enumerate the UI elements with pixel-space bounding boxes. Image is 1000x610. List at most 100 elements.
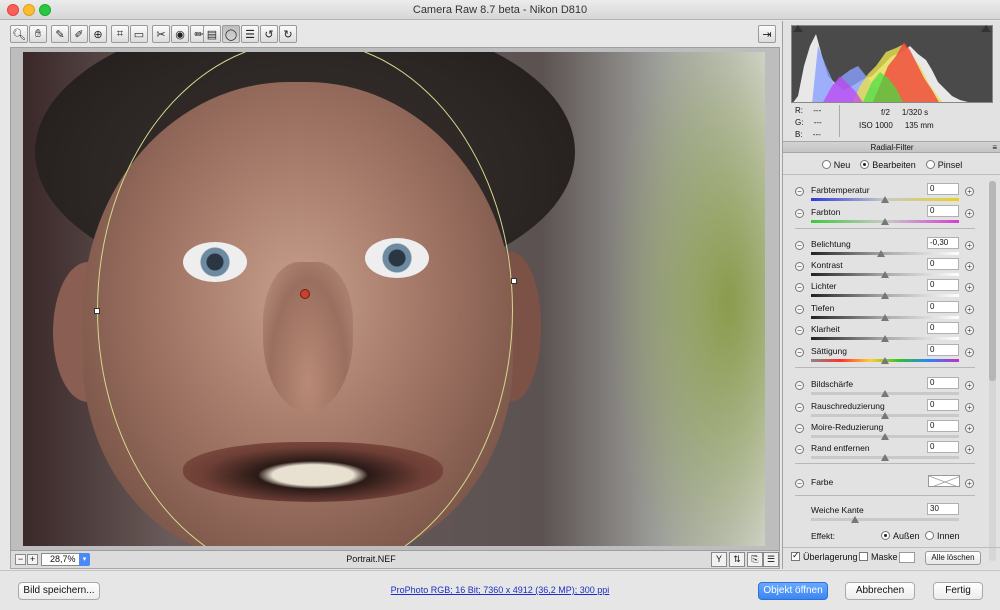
slider-value-input[interactable]: 0 <box>927 183 959 195</box>
mode-new-option[interactable]: Neu <box>821 159 850 170</box>
minus-icon[interactable]: − <box>795 479 804 488</box>
minus-icon[interactable]: − <box>795 241 804 250</box>
color-picker-swatch[interactable] <box>928 475 960 487</box>
spot-removal-icon[interactable]: ✂ <box>152 25 170 43</box>
radio-new[interactable] <box>821 159 831 169</box>
slider-value-input[interactable]: 0 <box>927 344 959 356</box>
radial-filter-pin[interactable] <box>300 289 310 299</box>
effect-inside-option[interactable]: Innen <box>925 531 960 541</box>
plus-icon[interactable]: + <box>965 305 974 314</box>
panel-scrollbar-thumb[interactable] <box>989 181 996 381</box>
slider-value-input[interactable]: -0,30 <box>927 237 959 249</box>
swap-settings-icon[interactable]: ⇅ <box>729 552 745 567</box>
overlay-check[interactable] <box>791 550 800 561</box>
slider-value-input[interactable]: 0 <box>927 279 959 291</box>
slider-thumb[interactable] <box>881 390 889 397</box>
plus-icon[interactable]: + <box>965 209 974 218</box>
copy-settings-icon[interactable]: ⎘ <box>747 552 763 567</box>
plus-icon[interactable]: + <box>965 348 974 357</box>
minus-icon[interactable]: − <box>795 305 804 314</box>
slider-thumb[interactable] <box>881 314 889 321</box>
mask-color-swatch[interactable] <box>899 552 915 563</box>
minus-icon[interactable]: − <box>795 283 804 292</box>
plus-icon[interactable]: + <box>965 424 974 433</box>
minimize-window-button[interactable] <box>23 4 35 16</box>
feather-thumb[interactable] <box>851 516 860 523</box>
fullscreen-toggle-icon[interactable]: ⇥ <box>758 25 776 43</box>
white-balance-icon[interactable]: ✎ <box>51 25 69 43</box>
radial-handle-right[interactable] <box>511 278 517 284</box>
slider-value-input[interactable]: 0 <box>927 322 959 334</box>
clear-all-button[interactable]: Alle löschen <box>925 551 981 565</box>
radio-edit[interactable] <box>860 159 870 169</box>
minus-icon[interactable]: − <box>795 424 804 433</box>
plus-icon[interactable]: + <box>965 262 974 271</box>
plus-icon[interactable]: + <box>965 187 974 196</box>
close-window-button[interactable] <box>7 4 19 16</box>
workflow-options-link[interactable]: ProPhoto RGB; 16 Bit; 7360 x 4912 (36,2 … <box>300 585 700 595</box>
slider-thumb[interactable] <box>881 292 889 299</box>
slider-thumb[interactable] <box>881 218 889 225</box>
slider-thumb[interactable] <box>881 412 889 419</box>
plus-icon[interactable]: + <box>965 283 974 292</box>
plus-icon[interactable]: + <box>965 479 974 488</box>
shadow-clipping-icon[interactable] <box>793 25 803 32</box>
feather-value-input[interactable]: 30 <box>927 503 959 515</box>
plus-icon[interactable]: + <box>965 326 974 335</box>
radial-handle-left[interactable] <box>94 308 100 314</box>
plus-icon[interactable]: + <box>965 403 974 412</box>
overlay-checkbox[interactable]: Überlagerung <box>791 550 858 562</box>
radial-filter-ellipse[interactable] <box>97 52 513 546</box>
minus-icon[interactable]: − <box>795 209 804 218</box>
rotate-cw-icon[interactable]: ↻ <box>279 25 297 43</box>
before-after-toggle-icon[interactable]: Y <box>711 552 727 567</box>
radio-inside[interactable] <box>925 531 934 540</box>
radio-outside[interactable] <box>881 531 890 540</box>
slider-value-input[interactable]: 0 <box>927 301 959 313</box>
mask-check[interactable] <box>859 552 868 561</box>
minus-icon[interactable]: − <box>795 403 804 412</box>
slider-track[interactable] <box>811 252 959 255</box>
radio-brush[interactable] <box>925 159 935 169</box>
view-options-icon[interactable]: ☰ <box>763 552 779 567</box>
target-adjust-icon[interactable]: ⊕ <box>89 25 107 43</box>
color-sampler-icon[interactable]: ✐ <box>70 25 88 43</box>
slider-value-input[interactable]: 0 <box>927 420 959 432</box>
minus-icon[interactable]: − <box>795 381 804 390</box>
slider-value-input[interactable]: 0 <box>927 399 959 411</box>
slider-thumb[interactable] <box>881 433 889 440</box>
slider-value-input[interactable]: 0 <box>927 441 959 453</box>
slider-thumb[interactable] <box>881 357 889 364</box>
slider-value-input[interactable]: 0 <box>927 205 959 217</box>
minus-icon[interactable]: − <box>795 326 804 335</box>
slider-thumb[interactable] <box>876 250 885 257</box>
maximize-window-button[interactable] <box>39 4 51 16</box>
cancel-button[interactable]: Abbrechen <box>845 582 915 600</box>
plus-icon[interactable]: + <box>965 381 974 390</box>
slider-thumb[interactable] <box>881 196 889 203</box>
minus-icon[interactable]: − <box>795 348 804 357</box>
portrait-photo[interactable] <box>23 52 765 546</box>
done-button[interactable]: Fertig <box>933 582 983 600</box>
feather-track[interactable] <box>811 518 959 521</box>
image-canvas[interactable] <box>10 47 780 551</box>
crop-icon[interactable]: ⌗ <box>111 25 129 43</box>
panel-menu-icon[interactable]: ≡ <box>992 142 997 153</box>
minus-icon[interactable]: − <box>795 262 804 271</box>
straighten-icon[interactable]: ▭ <box>130 25 148 43</box>
effect-outside-option[interactable]: Außen <box>881 531 920 541</box>
open-object-button[interactable]: Objekt öffnen <box>758 582 828 600</box>
rotate-ccw-icon[interactable]: ↺ <box>260 25 278 43</box>
slider-thumb[interactable] <box>881 335 889 342</box>
graduated-filter-icon[interactable]: ▤ <box>203 25 221 43</box>
plus-icon[interactable]: + <box>965 445 974 454</box>
slider-value-input[interactable]: 0 <box>927 377 959 389</box>
preferences-icon[interactable]: ☰ <box>241 25 259 43</box>
slider-value-input[interactable]: 0 <box>927 258 959 270</box>
mode-brush-option[interactable]: Pinsel <box>925 159 962 170</box>
minus-icon[interactable]: − <box>795 187 804 196</box>
hand-icon[interactable]: ✋︎ <box>29 25 47 43</box>
plus-icon[interactable]: + <box>965 241 974 250</box>
red-eye-icon[interactable]: ◉ <box>171 25 189 43</box>
mask-checkbox[interactable]: Maske <box>859 552 898 562</box>
